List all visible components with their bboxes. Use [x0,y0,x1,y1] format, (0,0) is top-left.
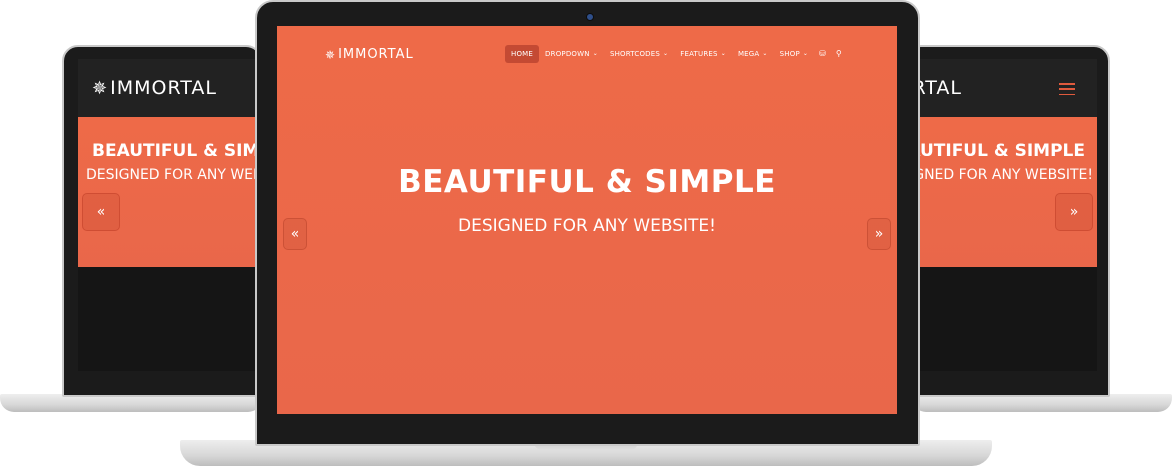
hero-headline: BEAUTIFUL & SIMPLE [398,164,776,200]
cart-icon[interactable]: ⛁ [814,44,831,63]
nav-item-label: DROPDOWN [545,49,590,58]
chevron-down-icon: ⌄ [720,50,726,57]
search-icon[interactable]: ⚲ [831,44,847,63]
left-site-header: ✵ IMMORTAL [78,59,260,117]
main-nav: HOME DROPDOWN ⌄ SHORTCODES ⌄ FEATURES ⌄ [505,44,847,63]
right-laptop-lid: ✵ IMMORTAL BEAUTIFUL & SIMPLE DESIGNED F… [905,45,1110,397]
chevron-down-icon: ⌄ [762,50,768,57]
right-next-arrow[interactable]: » [1055,193,1093,231]
chevron-down-icon: ⌄ [802,50,809,57]
right-hero-slider: BEAUTIFUL & SIMPLE DESIGNED FOR ANY WEBS… [907,117,1097,267]
nav-item-label: SHOP [779,49,800,58]
right-site-header: ✵ IMMORTAL [907,59,1097,117]
slider-prev-button[interactable]: « [283,218,307,250]
nav-item-label: HOME [511,49,534,58]
site-logo[interactable]: ✵ IMMORTAL [325,47,414,62]
right-laptop-screen: ✵ IMMORTAL BEAUTIFUL & SIMPLE DESIGNED F… [907,59,1097,371]
center-hero-slider: ✵ IMMORTAL HOME DROPDOWN ⌄ SHORTCODES ⌄ [277,26,897,414]
device-mockup-stage: ✵ IMMORTAL BEAUTIFUL & SIMPLE DESIGNED F… [0,0,1172,469]
logo-star-icon: ✵ [92,77,109,99]
right-headline: BEAUTIFUL & SIMPLE [907,141,1085,161]
left-logo-text: IMMORTAL [110,77,217,99]
chevron-right-icon: » [874,226,884,242]
nav-item-shop[interactable]: SHOP ⌄ [774,45,814,63]
left-prev-arrow[interactable]: « [82,193,120,231]
chevron-down-icon: ⌄ [663,50,669,57]
left-laptop-screen: ✵ IMMORTAL BEAUTIFUL & SIMPLE DESIGNED F… [78,59,260,371]
left-hero-slider: BEAUTIFUL & SIMPLE DESIGNED FOR ANY WEBS… [78,117,260,267]
chevron-down-icon: ⌄ [592,50,598,57]
logo-star-icon: ✵ [325,47,337,62]
site-logo-text: IMMORTAL [338,47,414,62]
center-laptop-lid: ✵ IMMORTAL HOME DROPDOWN ⌄ SHORTCODES ⌄ [255,0,920,446]
left-subline: DESIGNED FOR ANY WEBSITE! [86,167,260,183]
webcam-icon [586,13,594,21]
chevron-right-icon: » [1069,204,1079,220]
left-logo[interactable]: ✵ IMMORTAL [92,77,217,99]
hero-subline: DESIGNED FOR ANY WEBSITE! [458,216,716,236]
chevron-left-icon: « [96,204,106,220]
right-subline: DESIGNED FOR ANY WEBSITE! [907,167,1093,183]
nav-item-label: FEATURES [680,49,718,58]
nav-item-mega[interactable]: MEGA ⌄ [732,45,774,63]
nav-item-label: SHORTCODES [609,49,661,58]
nav-item-shortcodes[interactable]: SHORTCODES ⌄ [604,45,674,63]
hamburger-menu-icon[interactable] [1059,83,1075,95]
left-laptop-lid: ✵ IMMORTAL BEAUTIFUL & SIMPLE DESIGNED F… [62,45,262,397]
chevron-left-icon: « [290,226,300,242]
nav-item-label: MEGA [737,49,760,58]
center-laptop-screen: ✵ IMMORTAL HOME DROPDOWN ⌄ SHORTCODES ⌄ [277,26,897,414]
nav-item-home[interactable]: HOME [505,44,540,63]
left-headline: BEAUTIFUL & SIMPLE [92,141,260,161]
slider-next-button[interactable]: » [867,218,891,250]
nav-item-features[interactable]: FEATURES ⌄ [674,45,732,63]
nav-item-dropdown[interactable]: DROPDOWN ⌄ [539,45,604,63]
